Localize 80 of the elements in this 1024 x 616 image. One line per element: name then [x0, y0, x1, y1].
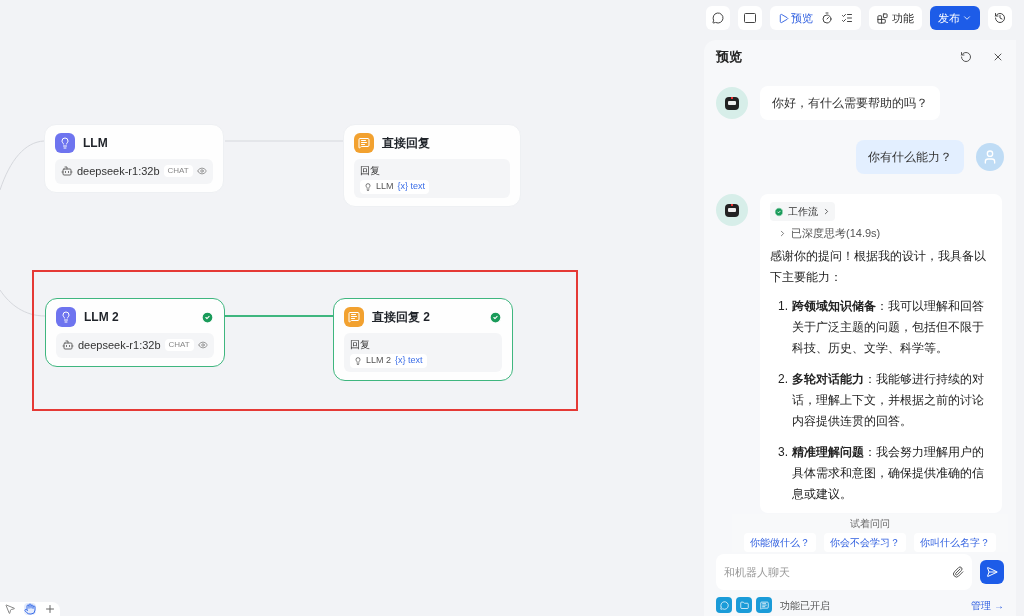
- chat-bubble-icon: [712, 12, 724, 24]
- brain-icon: [56, 307, 76, 327]
- plus-icon[interactable]: [44, 603, 56, 615]
- suggestions-title: 试着问问: [850, 517, 890, 531]
- suggestion-chip[interactable]: 你叫什么名字？: [914, 533, 996, 552]
- workflow-node[interactable]: 直接回复 回复 LLM {x} text: [343, 124, 521, 207]
- checklist-icon[interactable]: [841, 12, 853, 24]
- node-title: LLM: [83, 135, 109, 152]
- answer-intro: 感谢你的提问！根据我的设计，我具备以下主要能力：: [770, 247, 987, 286]
- brain-icon: [354, 356, 362, 365]
- attachment-icon[interactable]: [952, 566, 964, 578]
- eye-icon: [196, 166, 207, 177]
- brain-icon: [55, 133, 75, 153]
- item-number: 2.: [778, 370, 788, 388]
- manage-link[interactable]: 管理 →: [971, 597, 1004, 613]
- answer-item: 跨领域知识储备：我可以理解和回答关于广泛主题的问题，包括但不限于科技、历史、文学、科学等。: [792, 297, 985, 357]
- model-name: deepseek-r1:32b: [77, 164, 160, 179]
- node-title: LLM 2: [84, 309, 120, 326]
- pointer-icon[interactable]: [4, 603, 16, 615]
- timer-icon[interactable]: [821, 12, 833, 24]
- variable-tag: {x} text: [397, 180, 426, 194]
- blocks-icon: [877, 12, 888, 24]
- answer-item: 多轮对话能力：我能够进行持续的对话，理解上下文，并根据之前的讨论内容提供连贯的回答。: [792, 370, 985, 430]
- suggestion-chip[interactable]: 你能做什么？: [744, 533, 816, 552]
- history-button[interactable]: [988, 6, 1012, 30]
- history-icon: [994, 12, 1006, 24]
- send-button[interactable]: [980, 560, 1004, 584]
- answer-item: 精准理解问题：我会努力理解用户的具体需求和意图，确保提供准确的信息或建议。: [792, 443, 985, 503]
- workflow-toggle[interactable]: 工作流: [770, 202, 835, 221]
- chat-icon: [756, 597, 772, 613]
- send-icon: [986, 566, 998, 578]
- hand-icon[interactable]: [24, 603, 36, 615]
- eye-icon: [197, 340, 208, 351]
- workflow-node[interactable]: LLM deepseek-r1:32b CHAT: [44, 124, 224, 193]
- connector: [0, 290, 45, 317]
- workflow-node[interactable]: 直接回复 2 回复 LLM 2 {x} text: [333, 298, 513, 381]
- bot-message: 你好，有什么需要帮助的吗？: [760, 86, 940, 120]
- node-title: 直接回复: [382, 135, 431, 152]
- reply-icon: [344, 307, 364, 327]
- clear-button[interactable]: [706, 6, 730, 30]
- field-label: 回复: [350, 338, 371, 352]
- panel-title: 预览: [716, 48, 743, 67]
- thinking-toggle[interactable]: 已深度思考(14.9s): [770, 225, 992, 242]
- caret-icon: [962, 13, 972, 23]
- item-number: 3.: [778, 443, 788, 461]
- folder-icon: [736, 597, 752, 613]
- source-label: LLM: [376, 180, 394, 193]
- variable-tag: {x} text: [395, 354, 423, 368]
- chevron-icon: [778, 228, 787, 238]
- item-number: 1.: [778, 297, 788, 315]
- source-label: LLM 2: [366, 354, 391, 367]
- model-tag: CHAT: [163, 165, 193, 178]
- chat-input-field[interactable]: 和机器人聊天: [716, 554, 972, 590]
- node-title: 直接回复 2: [372, 309, 431, 326]
- model-tag: CHAT: [164, 339, 194, 352]
- success-icon: [774, 206, 784, 217]
- connector: [0, 140, 44, 191]
- feature-icon: [716, 597, 732, 613]
- suggestion-chip[interactable]: 你会不会学习？: [824, 533, 906, 552]
- model-name: deepseek-r1:32b: [78, 338, 161, 353]
- publish-button[interactable]: 发布: [930, 6, 980, 30]
- reply-icon: [354, 133, 374, 153]
- chat-input[interactable]: 和机器人聊天: [724, 563, 952, 581]
- workflow-node[interactable]: LLM 2 deepseek-r1:32b CHAT: [45, 298, 225, 367]
- brain-icon: [364, 182, 372, 191]
- field-label: 回复: [360, 164, 381, 178]
- features-button[interactable]: 功能: [869, 6, 922, 30]
- robot-icon: [62, 339, 74, 352]
- env-button[interactable]: [738, 6, 762, 30]
- robot-icon: [61, 165, 73, 178]
- reset-icon[interactable]: [960, 51, 972, 63]
- close-icon[interactable]: [992, 51, 1004, 63]
- user-message: 你有什么能力？: [856, 140, 964, 174]
- play-icon: [778, 12, 789, 24]
- user-avatar: [976, 143, 1004, 171]
- env-icon: [744, 13, 756, 23]
- chevron-icon: [822, 207, 831, 216]
- features-status: 功能已开启: [780, 598, 831, 613]
- bot-avatar: [716, 194, 748, 226]
- bot-avatar: [716, 87, 748, 119]
